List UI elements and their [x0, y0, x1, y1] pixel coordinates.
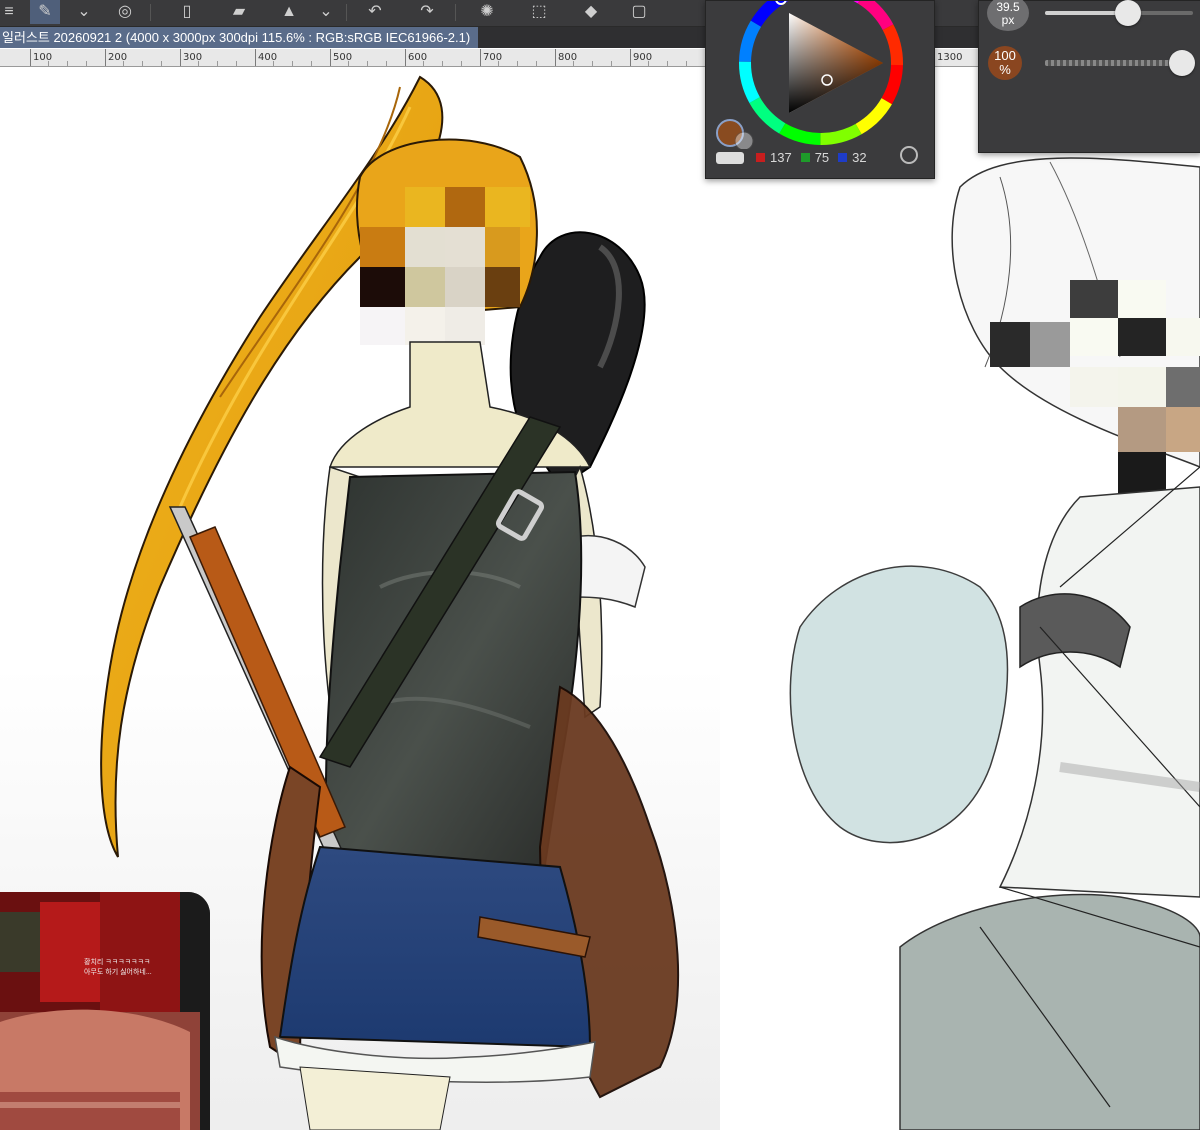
lasso-icon[interactable]: ◎ — [110, 0, 140, 24]
video-caption: 황치리 ㅋㅋㅋㅋㅋㅋㅋ 아무도 하기 싫어하네... — [84, 958, 152, 978]
ruler-label: 500 — [333, 52, 353, 63]
red-swatch — [756, 152, 765, 162]
new-file-icon[interactable]: ▯ — [172, 0, 202, 24]
transform-icon[interactable]: ▢ — [624, 0, 654, 24]
sketch-character — [789, 157, 1200, 1131]
brush-size-knob[interactable] — [1115, 0, 1141, 26]
brush-size-badge: 39.5 px — [987, 0, 1029, 31]
color-wheel-panel: 137 75 32 — [705, 0, 935, 179]
ruler-label: 400 — [258, 52, 278, 63]
ruler-label: 300 — [183, 52, 203, 63]
chevron-down-icon[interactable]: ⌄ — [74, 0, 94, 24]
red-value: 137 — [770, 149, 792, 165]
redo-icon[interactable]: ↷ — [412, 0, 442, 24]
selection-icon[interactable]: ⬚ — [524, 0, 554, 24]
video-caption-line-1: 황치리 ㅋㅋㅋㅋㅋㅋㅋ — [84, 959, 151, 966]
rgb-values: 137 75 32 — [756, 149, 867, 165]
ruler-label: 200 — [108, 52, 128, 63]
pen-tool-icon[interactable]: ✎ — [30, 0, 60, 24]
ruler-label: 1300 — [937, 52, 963, 63]
undo-icon[interactable]: ↶ — [360, 0, 390, 24]
ruler-label: 900 — [633, 52, 653, 63]
brush-settings-panel: 39.5 px 100 % — [978, 0, 1200, 153]
opacity-badge: 100 % — [988, 46, 1022, 80]
video-frame — [0, 892, 210, 1130]
ruler-label: 800 — [558, 52, 578, 63]
blue-value: 32 — [852, 149, 867, 165]
blue-swatch — [838, 152, 848, 162]
ruler-label: 100 — [33, 52, 53, 63]
folder-icon[interactable]: ▰ — [224, 0, 254, 24]
opacity-slider[interactable] — [1045, 60, 1175, 66]
document-tab[interactable]: 일러스트 20260921 2 (4000 x 3000px 300dpi 11… — [0, 27, 479, 48]
opacity-unit: % — [999, 62, 1011, 77]
menu-icon[interactable]: ≡ — [0, 0, 24, 24]
color-settings-icon[interactable] — [900, 146, 918, 164]
ruler-label: 700 — [483, 52, 503, 63]
secondary-color-swatch[interactable] — [734, 131, 754, 151]
opacity-knob[interactable] — [1169, 50, 1195, 76]
ruler-label: 600 — [408, 52, 428, 63]
fill-icon[interactable]: ◆ — [576, 0, 606, 24]
opacity-value: 100 — [994, 48, 1016, 63]
video-overlay[interactable] — [0, 892, 210, 1130]
color-mode-toggle-icon[interactable] — [716, 152, 744, 164]
video-caption-line-2: 아무도 하기 싫어하네... — [84, 969, 152, 976]
color-wheel[interactable] — [706, 0, 934, 151]
save-icon[interactable]: ▲ — [274, 0, 304, 24]
brush-size-unit: px — [1001, 13, 1015, 27]
chevron-down-icon[interactable]: ⌄ — [316, 0, 336, 24]
loading-icon[interactable]: ✺ — [472, 0, 502, 24]
green-swatch — [800, 152, 810, 162]
green-value: 75 — [814, 149, 830, 165]
